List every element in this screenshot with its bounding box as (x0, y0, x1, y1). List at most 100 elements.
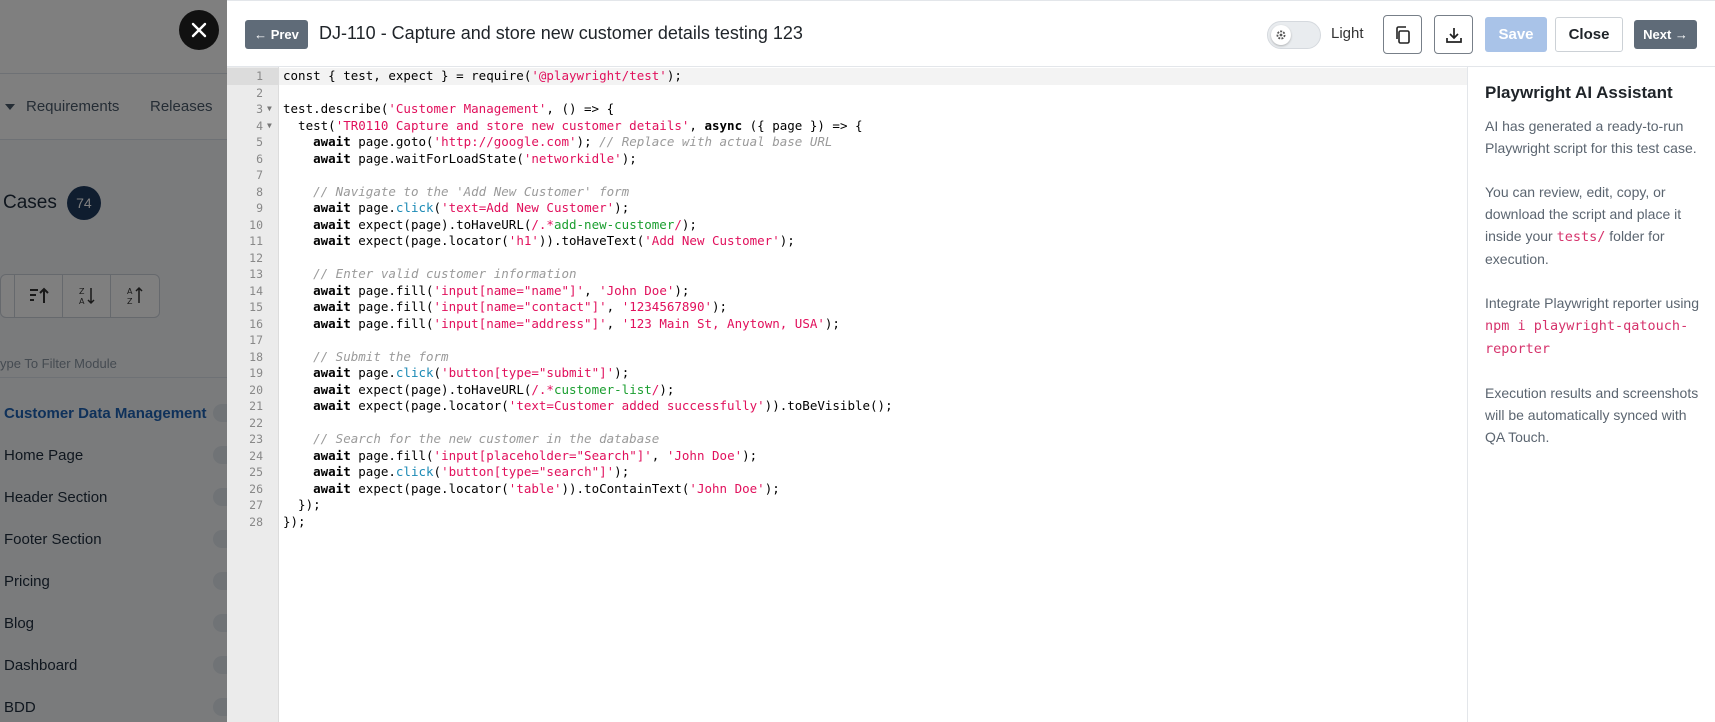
theme-label: Light (1331, 25, 1364, 42)
code-text: await expect(page.locator('text=Customer… (313, 398, 893, 413)
assistant-intro: AI has generated a ready-to-run Playwrig… (1485, 118, 1697, 156)
line-number: 2 (256, 85, 263, 100)
close-icon (191, 22, 207, 38)
code-line[interactable]: 24 await page.fill('input[placeholder="S… (227, 448, 1467, 465)
assistant-reporter: Integrate Playwright reporter using npm i… (1485, 292, 1699, 360)
code-line[interactable]: 20 await expect(page).toHaveURL(/.*custo… (227, 382, 1467, 399)
code-line[interactable]: 27 }); (227, 497, 1467, 514)
assistant-title: Playwright AI Assistant (1485, 83, 1673, 102)
code-lines[interactable]: 1 const { test, expect } = require('@play… (227, 68, 1467, 530)
line-number: 17 (249, 333, 263, 347)
download-icon (1445, 27, 1462, 43)
line-number: 19 (249, 366, 263, 380)
code-line[interactable]: 11 await expect(page.locator('h1')).toHa… (227, 233, 1467, 250)
code-text: await page.fill('input[placeholder="Sear… (313, 447, 758, 463)
theme-toggle[interactable] (1267, 21, 1321, 49)
line-number: 28 (249, 514, 263, 529)
script-drawer: ← Prev DJ-110 - Capture and store new cu… (227, 0, 1715, 722)
code-line[interactable]: 2 (227, 85, 1467, 102)
code-text: // Enter valid customer information (313, 266, 577, 281)
code-text: await page.click('button[type="search"]'… (313, 464, 630, 479)
line-number: 22 (249, 415, 263, 430)
code-text: await expect(page.locator('table')).toCo… (313, 480, 780, 496)
download-button[interactable] (1434, 15, 1473, 54)
code-line[interactable]: 16 await page.fill('input[name="address"… (227, 316, 1467, 333)
code-line[interactable]: 1 const { test, expect } = require('@play… (227, 68, 1467, 85)
code-line[interactable]: 26 await expect(page.locator('table')).t… (227, 481, 1467, 498)
assistant-instructions: You can review, edit, copy, or download … (1485, 181, 1699, 270)
line-number: 27 (249, 498, 263, 512)
code-text: await page.fill('input[name="name"]', 'J… (313, 282, 690, 298)
line-number: 4 (256, 118, 263, 133)
code-text: await expect(page).toHaveURL(/.*customer… (313, 381, 675, 397)
prev-button[interactable]: ← Prev (245, 20, 308, 49)
code-line[interactable]: 4 ▼ test('TR0110 Capture and store new cu… (227, 118, 1467, 135)
code-text: test.describe('Customer Management', () … (283, 101, 615, 116)
code-line[interactable]: 21 await expect(page.locator('text=Custo… (227, 398, 1467, 415)
code-text: // Submit the form (313, 348, 449, 364)
line-number: 14 (249, 283, 263, 298)
line-number: 23 (249, 432, 263, 446)
line-number: 3 (256, 102, 263, 116)
code-line[interactable]: 10 await expect(page).toHaveURL(/.*add-n… (227, 217, 1467, 234)
code-line[interactable]: 19 await page.click('button[type="submit… (227, 365, 1467, 382)
code-text: await expect(page).toHaveURL(/.*add-new-… (313, 216, 697, 232)
code-text: await page.fill('input[name="address"]',… (313, 315, 840, 331)
assistant-sync-note: Execution results and screenshots will b… (1485, 385, 1699, 445)
code-line[interactable]: 17 (227, 332, 1467, 349)
page-title: DJ-110 - Capture and store new customer … (319, 23, 803, 43)
line-number: 11 (249, 234, 263, 248)
modal-backdrop[interactable] (0, 0, 227, 722)
code-line[interactable]: 23 // Search for the new customer in the… (227, 431, 1467, 448)
copy-icon (1395, 25, 1410, 44)
close-drawer-button[interactable] (179, 10, 219, 50)
line-number: 7 (256, 168, 263, 182)
copy-button[interactable] (1383, 15, 1422, 54)
line-number: 13 (249, 267, 263, 281)
code-text: await page.click('button[type="submit"]'… (313, 365, 630, 380)
line-number: 6 (256, 151, 263, 166)
line-number: 24 (249, 448, 263, 463)
code-line[interactable]: 8 // Navigate to the 'Add New Customer' … (227, 184, 1467, 201)
code-text: await expect(page.locator('h1')).toHaveT… (313, 233, 795, 248)
code-text: }); (283, 513, 306, 529)
line-number: 25 (249, 465, 263, 479)
code-text: await page.click('text=Add New Customer'… (313, 200, 630, 215)
code-line[interactable]: 18 // Submit the form (227, 349, 1467, 366)
code-line[interactable]: 13 // Enter valid customer information (227, 266, 1467, 283)
code-line[interactable]: 12 (227, 250, 1467, 267)
code-text: // Navigate to the 'Add New Customer' fo… (313, 183, 630, 199)
code-line[interactable]: 7 (227, 167, 1467, 184)
code-line[interactable]: 28}); (227, 514, 1467, 531)
line-number: 1 (256, 69, 263, 83)
code-line[interactable]: 5 await page.goto('http://google.com'); … (227, 134, 1467, 151)
line-number: 8 (256, 184, 263, 199)
reporter-text: Integrate Playwright reporter using (1485, 295, 1699, 311)
code-line[interactable]: 9 await page.click('text=Add New Custome… (227, 200, 1467, 217)
install-command-code: npm i playwright-qatouch-reporter (1485, 318, 1689, 357)
line-number: 16 (249, 316, 263, 331)
code-line[interactable]: 6 await page.waitForLoadState('networkid… (227, 151, 1467, 168)
line-number: 18 (249, 349, 263, 364)
code-line[interactable]: 3 ▼ test.describe('Customer Management', (… (227, 101, 1467, 118)
line-number: 15 (249, 300, 263, 314)
code-editor[interactable]: 1 const { test, expect } = require('@play… (227, 67, 1467, 722)
code-text: test('TR0110 Capture and store new custo… (283, 117, 863, 133)
drawer-header: ← Prev DJ-110 - Capture and store new cu… (227, 0, 1715, 67)
line-number: 5 (256, 135, 263, 149)
code-text: await page.fill('input[name="contact"]',… (313, 299, 728, 314)
line-number: 12 (249, 250, 263, 265)
fold-arrow-icon[interactable]: ▼ (267, 118, 272, 135)
code-line[interactable]: 15 await page.fill('input[name="contact"… (227, 299, 1467, 316)
code-text: await page.goto('http://google.com'); //… (313, 134, 833, 149)
line-number: 20 (249, 382, 263, 397)
code-text: await page.waitForLoadState('networkidle… (313, 150, 637, 166)
line-number: 9 (256, 201, 263, 215)
save-button[interactable]: Save (1485, 17, 1547, 52)
code-line[interactable]: 14 await page.fill('input[name="name"]',… (227, 283, 1467, 300)
next-button[interactable]: Next → (1634, 20, 1697, 49)
fold-arrow-icon[interactable]: ▼ (267, 101, 272, 118)
code-line[interactable]: 25 await page.click('button[type="search… (227, 464, 1467, 481)
close-button[interactable]: Close (1555, 17, 1623, 52)
code-line[interactable]: 22 (227, 415, 1467, 432)
